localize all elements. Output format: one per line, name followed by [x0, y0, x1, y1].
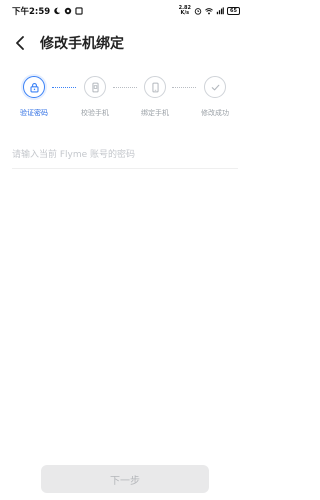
battery-level: 65	[230, 8, 237, 14]
step-label: 校验手机	[81, 109, 109, 117]
password-input[interactable]	[12, 145, 238, 165]
step-label: 修改成功	[201, 109, 229, 117]
screen: 下午2:59 2.82 K/s 65 修改手机绑定 验证密码 校验手机 绑定手机…	[0, 0, 250, 500]
step-circle	[84, 76, 106, 98]
step-circle	[23, 76, 45, 98]
status-right: 2.82 K/s 65	[179, 6, 240, 16]
input-underline	[12, 168, 238, 169]
battery-icon: 65	[227, 7, 240, 15]
step-circle	[144, 76, 166, 98]
status-left: 下午2:59	[12, 5, 83, 17]
network-speed: 2.82 K/s	[179, 6, 191, 16]
back-button[interactable]	[6, 28, 34, 58]
check-icon	[211, 84, 219, 90]
app-notification-icon	[64, 7, 72, 15]
step-label: 验证密码	[20, 109, 48, 117]
step-indicator: 验证密码 校验手机 绑定手机 修改成功	[0, 76, 250, 126]
phone-check-icon	[91, 82, 99, 92]
status-bar: 下午2:59 2.82 K/s 65	[0, 0, 250, 22]
header: 修改手机绑定	[0, 28, 250, 58]
alarm-icon	[194, 8, 202, 15]
back-arrow-icon	[16, 36, 24, 50]
square-notification-icon	[75, 7, 83, 15]
phone-icon	[151, 82, 159, 92]
network-speed-unit: K/s	[180, 10, 190, 16]
status-time: 下午2:59	[12, 7, 51, 17]
page-title: 修改手机绑定	[40, 36, 124, 52]
signal-icon	[216, 7, 224, 15]
step-label: 绑定手机	[141, 109, 169, 117]
lock-icon	[29, 82, 39, 92]
step-check-phone: 校验手机	[70, 76, 120, 118]
step-verify-password: 验证密码	[9, 76, 59, 118]
step-success: 修改成功	[190, 76, 240, 118]
next-button[interactable]: 下一步	[41, 465, 209, 493]
wifi-icon	[205, 8, 213, 15]
step-bind-phone: 绑定手机	[130, 76, 180, 118]
moon-icon	[54, 7, 61, 15]
step-circle	[204, 76, 226, 98]
